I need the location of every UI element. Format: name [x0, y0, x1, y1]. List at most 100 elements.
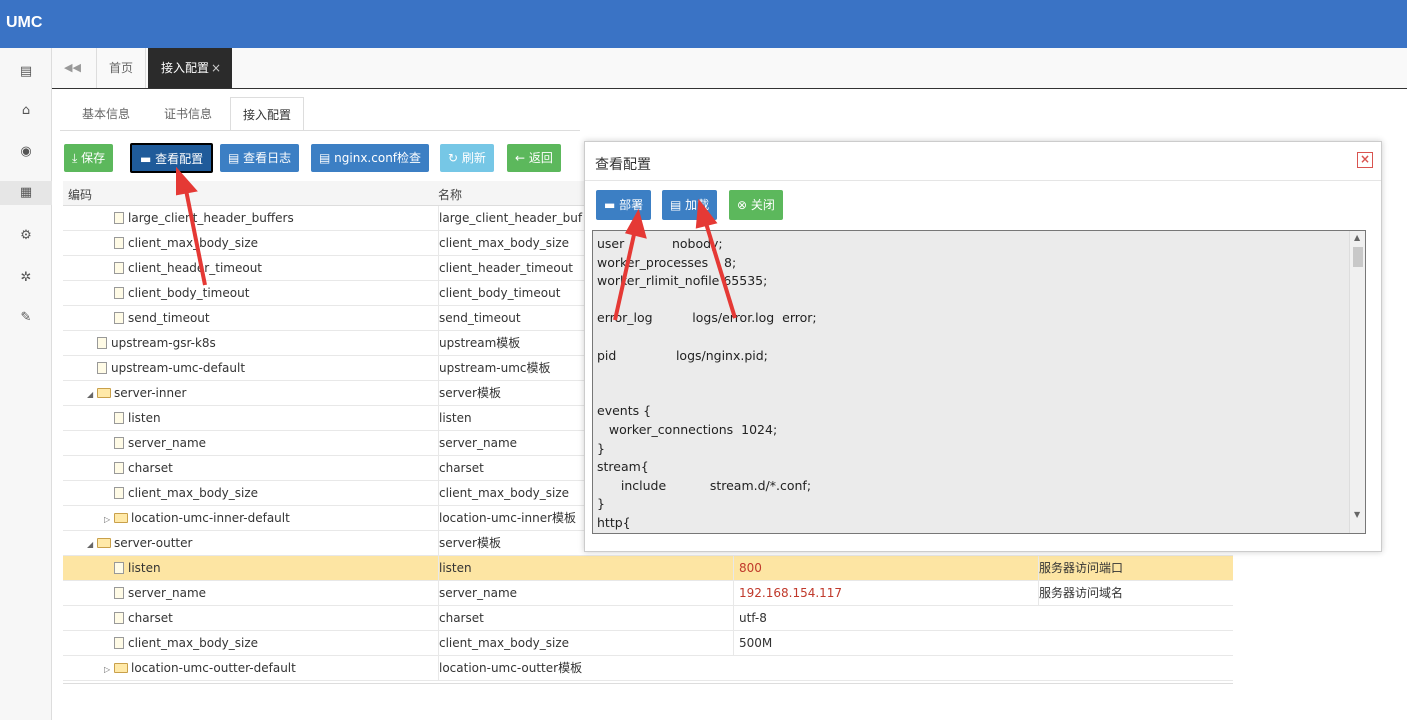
row-code: client_max_body_size: [128, 636, 259, 650]
cell-code: client_body_timeout: [63, 281, 433, 306]
cell-name: location-umc-outter模板: [438, 656, 733, 681]
row-code: charset: [128, 461, 173, 475]
load-label: 加载: [685, 198, 710, 212]
refresh-button[interactable]: ↻ 刷新: [440, 144, 494, 172]
scroll-up-icon[interactable]: ▲: [1354, 233, 1360, 242]
cell-name: server_name: [438, 581, 733, 606]
tab-bar: ◀◀ 首页 接入配置 ×: [52, 48, 1407, 89]
dialog-title: 查看配置: [595, 157, 651, 173]
circle-x-icon: ⊗: [737, 198, 748, 212]
cell-value: utf-8: [733, 606, 1038, 631]
cell-code: client_max_body_size: [63, 231, 433, 256]
table-row[interactable]: charset charset utf-8: [63, 606, 1233, 631]
list-icon: ▤: [228, 151, 240, 165]
subtab-access-config[interactable]: 接入配置: [230, 97, 305, 131]
scroll-down-icon[interactable]: ▼: [1354, 510, 1360, 519]
collapsed-toggle-icon[interactable]: ▷: [104, 657, 114, 681]
folder-icon: ▬: [140, 152, 152, 166]
row-code: listen: [128, 411, 161, 425]
nginx-check-button[interactable]: ▤ nginx.conf检查: [311, 144, 430, 172]
cell-desc: 服务器访问端口: [1038, 556, 1233, 581]
row-code: server_name: [128, 586, 207, 600]
save-button[interactable]: ⤓ 保存: [64, 144, 114, 172]
row-code: server-inner: [114, 386, 187, 400]
cell-code: listen: [63, 406, 433, 431]
cell-code: charset: [63, 456, 433, 481]
bank-icon[interactable]: ⌂: [14, 99, 38, 123]
gear-icon[interactable]: ⚙: [14, 224, 38, 248]
cell-value: 800: [733, 556, 1038, 581]
deploy-button[interactable]: ▬ 部署: [596, 190, 652, 220]
dialog-close-button[interactable]: ⊗ 关闭: [729, 190, 783, 220]
table-row[interactable]: ▷ location-umc-outter-default location-umc…: [63, 656, 1233, 681]
file-icon: [114, 587, 124, 599]
table-row[interactable]: client_max_body_size client_max_body_size…: [63, 631, 1233, 656]
folder-icon: [114, 663, 128, 673]
wrench-icon[interactable]: ✎: [14, 306, 38, 330]
file-icon: [114, 237, 124, 249]
file-icon: [97, 362, 107, 374]
nginx-check-label: nginx.conf检查: [334, 151, 422, 165]
cell-code: charset: [63, 606, 433, 631]
cell-code: server_name: [63, 431, 433, 456]
file-icon: [114, 287, 124, 299]
tab-close-icon[interactable]: ×: [211, 61, 221, 75]
config-content: user nobody; worker_processes 8; worker_…: [597, 236, 817, 530]
tab-back-icon[interactable]: ◀◀: [64, 61, 81, 74]
cell-code: client_header_timeout: [63, 256, 433, 281]
dashboard-icon[interactable]: ▤: [14, 60, 38, 84]
cell-name: listen: [438, 556, 733, 581]
row-code: server-outter: [114, 536, 193, 550]
tab-home[interactable]: 首页: [96, 48, 146, 88]
subtab-basic-info[interactable]: 基本信息: [70, 97, 142, 131]
file-icon: [97, 337, 107, 349]
subtab-cert-info[interactable]: 证书信息: [152, 97, 224, 131]
subtab-divider: [60, 130, 580, 131]
list-icon: ▤: [670, 198, 682, 212]
tab-access-config[interactable]: 接入配置 ×: [148, 48, 232, 88]
cell-code: large_client_header_buffers: [63, 206, 433, 231]
file-icon: [114, 262, 124, 274]
cell-name: client_max_body_size: [438, 631, 733, 656]
folder-icon: [114, 513, 128, 523]
file-icon: [114, 487, 124, 499]
eye-icon[interactable]: ◉: [14, 140, 38, 164]
expanded-toggle-icon[interactable]: ◢: [87, 532, 97, 556]
gears-icon[interactable]: ✲: [14, 266, 38, 290]
cell-code: client_max_body_size: [63, 481, 433, 506]
cell-code: ▷ location-umc-inner-default: [63, 506, 433, 531]
cell-name: charset: [438, 606, 733, 631]
table-row[interactable]: listen listen 800 服务器访问端口: [63, 556, 1233, 581]
view-log-button[interactable]: ▤ 查看日志: [220, 144, 300, 172]
cell-code: listen: [63, 556, 433, 581]
scroll-thumb[interactable]: [1353, 247, 1363, 267]
file-icon: [114, 637, 124, 649]
list-icon[interactable]: ▦: [0, 181, 52, 205]
dialog-close-icon[interactable]: ×: [1357, 152, 1373, 168]
cell-value: 500M: [733, 631, 1038, 656]
row-code: client_body_timeout: [128, 286, 250, 300]
file-icon: [114, 212, 124, 224]
collapsed-toggle-icon[interactable]: ▷: [104, 507, 114, 531]
config-textarea[interactable]: user nobody; worker_processes 8; worker_…: [592, 230, 1366, 534]
file-icon: [114, 562, 124, 574]
back-button[interactable]: ← 返回: [507, 144, 561, 172]
cell-code: ◢ server-outter: [63, 531, 433, 556]
row-code: location-umc-outter-default: [131, 661, 296, 675]
download-icon: ⤓: [72, 151, 78, 165]
row-code: charset: [128, 611, 173, 625]
folder-icon: ▬: [604, 198, 616, 212]
cell-code: client_max_body_size: [63, 631, 433, 656]
expanded-toggle-icon[interactable]: ◢: [87, 382, 97, 406]
editor-scrollbar[interactable]: ▲ ▼: [1349, 231, 1365, 533]
deploy-label: 部署: [619, 198, 644, 212]
file-icon: [114, 437, 124, 449]
row-code: client_max_body_size: [128, 486, 259, 500]
table-row[interactable]: server_name server_name 192.168.154.117 服务器…: [63, 581, 1233, 606]
app-logo: UMC: [6, 14, 43, 31]
view-config-button[interactable]: ▬ 查看配置: [130, 143, 214, 173]
refresh-label: 刷新: [461, 151, 486, 165]
cell-value: 192.168.154.117: [733, 581, 1038, 606]
cell-code: server_name: [63, 581, 433, 606]
load-button[interactable]: ▤ 加载: [662, 190, 718, 220]
